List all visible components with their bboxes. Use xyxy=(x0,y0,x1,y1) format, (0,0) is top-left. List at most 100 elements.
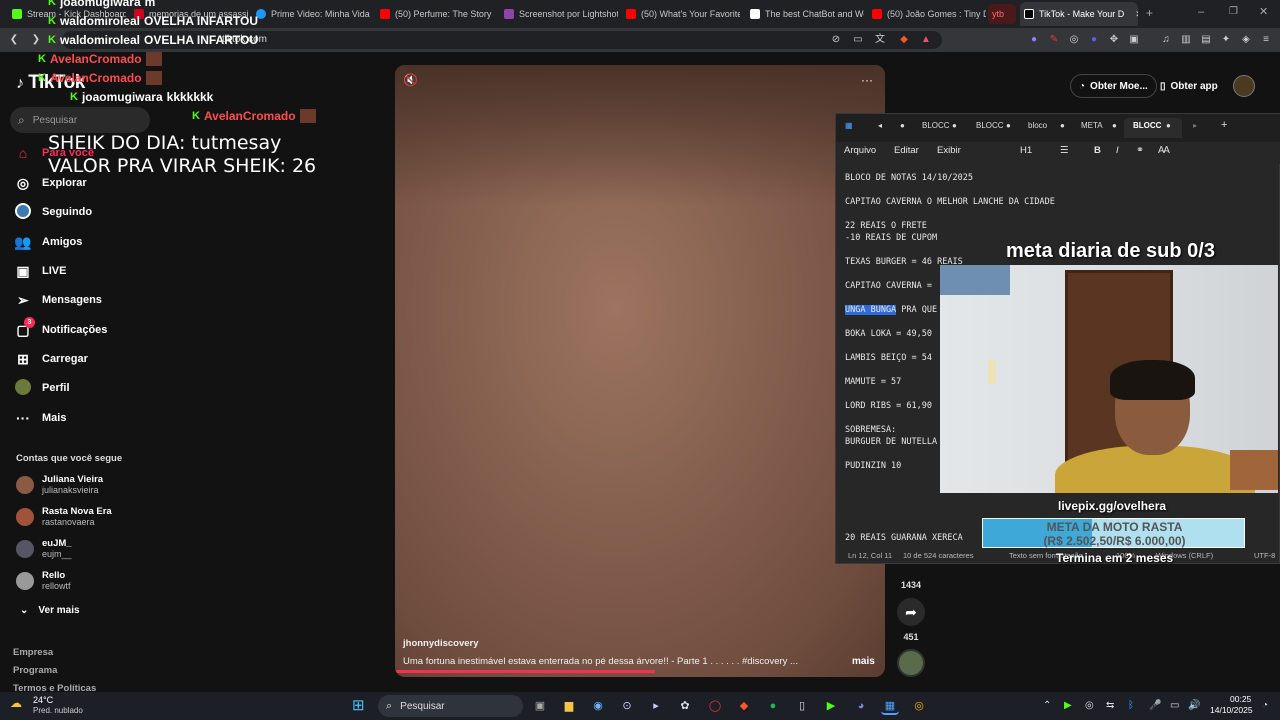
brave-icon[interactable]: ◆ xyxy=(735,697,753,715)
video-more-icon[interactable]: ··· xyxy=(861,73,873,87)
browser-tab[interactable]: Prime Video: Minha Vida xyxy=(252,4,370,24)
notepad-tab[interactable]: bloco xyxy=(1028,121,1047,130)
file-explorer-icon[interactable]: ▆ xyxy=(560,697,578,715)
get-coins-button[interactable]: ◔ Obter Moe... xyxy=(1070,74,1157,98)
app-icon[interactable]: ✿ xyxy=(676,697,694,715)
network-icon[interactable]: ▭ xyxy=(1170,700,1179,711)
taskbar-search[interactable]: ⌕ Pesquisar xyxy=(378,695,523,717)
extension-icon[interactable]: ● xyxy=(1028,34,1040,46)
show-hidden-icons[interactable]: ⌃ xyxy=(1043,700,1051,711)
extension-icon[interactable]: ● xyxy=(1088,34,1100,46)
spotify-icon[interactable]: ● xyxy=(764,697,782,715)
maximize-icon[interactable]: ❐ xyxy=(1229,6,1238,17)
app-icon[interactable]: ⊙ xyxy=(618,697,636,715)
weather-desc[interactable]: Pred. nublado xyxy=(33,706,83,715)
tray-app-icon[interactable]: ◎ xyxy=(1085,700,1094,711)
clear-format-icon[interactable]: Ꜳ xyxy=(1158,145,1170,156)
discord-icon[interactable]: ◕ xyxy=(852,697,870,715)
nav-live[interactable]: ▣ LIVE xyxy=(14,260,66,282)
mute-icon[interactable]: 🔇 xyxy=(403,73,418,87)
browser-tab[interactable]: (50) Perfume: The Story o xyxy=(376,4,494,24)
italic-icon[interactable]: I xyxy=(1116,145,1119,156)
clock-time[interactable]: 00:25 xyxy=(1230,694,1251,704)
kick-icon[interactable]: ▶ xyxy=(822,697,840,715)
browser-tab-active[interactable]: TikTok - Make Your D ✕ xyxy=(1020,2,1138,26)
scroll-right-icon[interactable]: ▸ xyxy=(1193,121,1197,130)
see-more-button[interactable]: ⌄ Ver mais xyxy=(20,605,80,616)
minimize-icon[interactable]: – xyxy=(1198,6,1204,18)
scroll-left-icon[interactable]: ◂ xyxy=(878,121,882,130)
media-icon[interactable]: ♫ xyxy=(1160,34,1172,46)
footer-link-terms[interactable]: Termos e Políticas xyxy=(13,683,96,692)
new-tab-icon[interactable]: + xyxy=(1221,119,1227,131)
menu-icon[interactable]: ≡ xyxy=(1260,34,1272,46)
sidebar-icon[interactable]: ▥ xyxy=(1180,34,1192,46)
brave-shield-icon[interactable]: ◆ xyxy=(898,34,910,46)
clock-date[interactable]: 14/10/2025 xyxy=(1210,705,1253,715)
menu-edit[interactable]: Editar xyxy=(894,145,919,156)
chrome-icon[interactable]: ◎ xyxy=(910,697,928,715)
followed-account[interactable]: Juliana Vieira julianaksvieira xyxy=(16,474,103,496)
video-author[interactable]: jhonnydiscovery xyxy=(403,638,479,649)
nav-profile[interactable]: Perfil xyxy=(14,377,70,399)
link-icon[interactable]: ⚭ xyxy=(1136,145,1144,156)
browser-tab[interactable]: (50) What's Your Favorite xyxy=(622,4,740,24)
browser-tab[interactable]: (50) João Gomes : Tiny D xyxy=(868,4,986,24)
notepad-tab[interactable]: META xyxy=(1081,121,1103,130)
notepad-icon[interactable]: ▦ xyxy=(881,697,899,715)
weather-icon[interactable]: ☁ xyxy=(10,696,22,710)
search-box[interactable]: ⌕ Pesquisar xyxy=(10,107,150,133)
menu-view[interactable]: Exibir xyxy=(937,145,961,156)
weather-temp[interactable]: 24°C xyxy=(33,695,53,705)
close-window-icon[interactable]: ✕ xyxy=(1259,5,1268,18)
sound-avatar[interactable] xyxy=(897,649,925,677)
app-icon[interactable]: ▸ xyxy=(647,697,665,715)
nav-more[interactable]: ··· Mais xyxy=(14,407,66,429)
cast-icon[interactable]: ▭ xyxy=(852,34,864,46)
windows-start-icon[interactable]: ⊞ xyxy=(352,697,365,715)
extensions-puzzle-icon[interactable]: ✥ xyxy=(1108,34,1120,46)
new-tab-icon[interactable]: + xyxy=(1146,6,1153,20)
back-icon[interactable]: ❮ xyxy=(8,34,20,46)
video-progress-bar[interactable] xyxy=(395,670,655,673)
brave-rewards-icon[interactable]: ▲ xyxy=(920,34,932,46)
opera-icon[interactable]: ◯ xyxy=(706,697,724,715)
nav-friends[interactable]: 👥 Amigos xyxy=(14,231,82,253)
volume-icon[interactable]: 🔊 xyxy=(1188,700,1200,711)
nav-notifications[interactable]: ▢ 3 Notificações xyxy=(14,316,107,341)
screenshot-icon[interactable]: ▣ xyxy=(1128,34,1140,46)
no-ads-icon[interactable]: ⊘ xyxy=(830,34,842,46)
browser-tab[interactable]: ytb xyxy=(988,4,1016,24)
user-avatar[interactable] xyxy=(1233,75,1255,97)
wallet-icon[interactable]: ▤ xyxy=(1200,34,1212,46)
extension-icon[interactable]: ◎ xyxy=(1068,34,1080,46)
leo-icon[interactable]: ✦ xyxy=(1220,34,1232,46)
bold-icon[interactable]: B xyxy=(1094,145,1101,156)
bluetooth-icon[interactable]: ᛒ xyxy=(1128,700,1134,711)
notifications-bell-icon[interactable]: ◔ xyxy=(1262,700,1268,711)
file-icon[interactable]: ▯ xyxy=(793,697,811,715)
heading-dropdown[interactable]: H1 xyxy=(1020,145,1032,156)
menu-file[interactable]: Arquivo xyxy=(844,145,876,156)
translate-icon[interactable]: 文 xyxy=(874,34,886,46)
footer-link-program[interactable]: Programa xyxy=(13,665,57,676)
share-icon[interactable]: ➦ xyxy=(897,598,925,626)
nav-upload[interactable]: ⊞ Carregar xyxy=(14,348,88,370)
nav-messages[interactable]: ➢ Mensagens xyxy=(14,289,102,311)
notepad-tab[interactable]: BLOCC xyxy=(976,121,1004,130)
browser-tab[interactable]: Screenshot por Lightshot xyxy=(500,4,618,24)
tray-app-icon[interactable]: ▶ xyxy=(1064,700,1072,711)
task-view-icon[interactable]: ▣ xyxy=(531,697,549,715)
nav-following[interactable]: Seguindo xyxy=(14,201,92,223)
vpn-icon[interactable]: ◈ xyxy=(1240,34,1252,46)
tray-app-icon[interactable]: ⇆ xyxy=(1106,700,1114,711)
followed-account[interactable]: Rasta Nova Era rastanovaera xyxy=(16,506,112,528)
footer-link-company[interactable]: Empresa xyxy=(13,647,53,658)
browser-tab[interactable]: The best ChatBot and We xyxy=(746,4,864,24)
list-icon[interactable]: ☰ xyxy=(1060,145,1069,156)
steam-icon[interactable]: ◉ xyxy=(589,697,607,715)
forward-icon[interactable]: ❯ xyxy=(30,34,42,46)
followed-account[interactable]: Rello rellowtf xyxy=(16,570,71,592)
get-app-button[interactable]: ▯ Obter app xyxy=(1152,74,1226,98)
followed-account[interactable]: euJM_ eujm__ xyxy=(16,538,72,560)
